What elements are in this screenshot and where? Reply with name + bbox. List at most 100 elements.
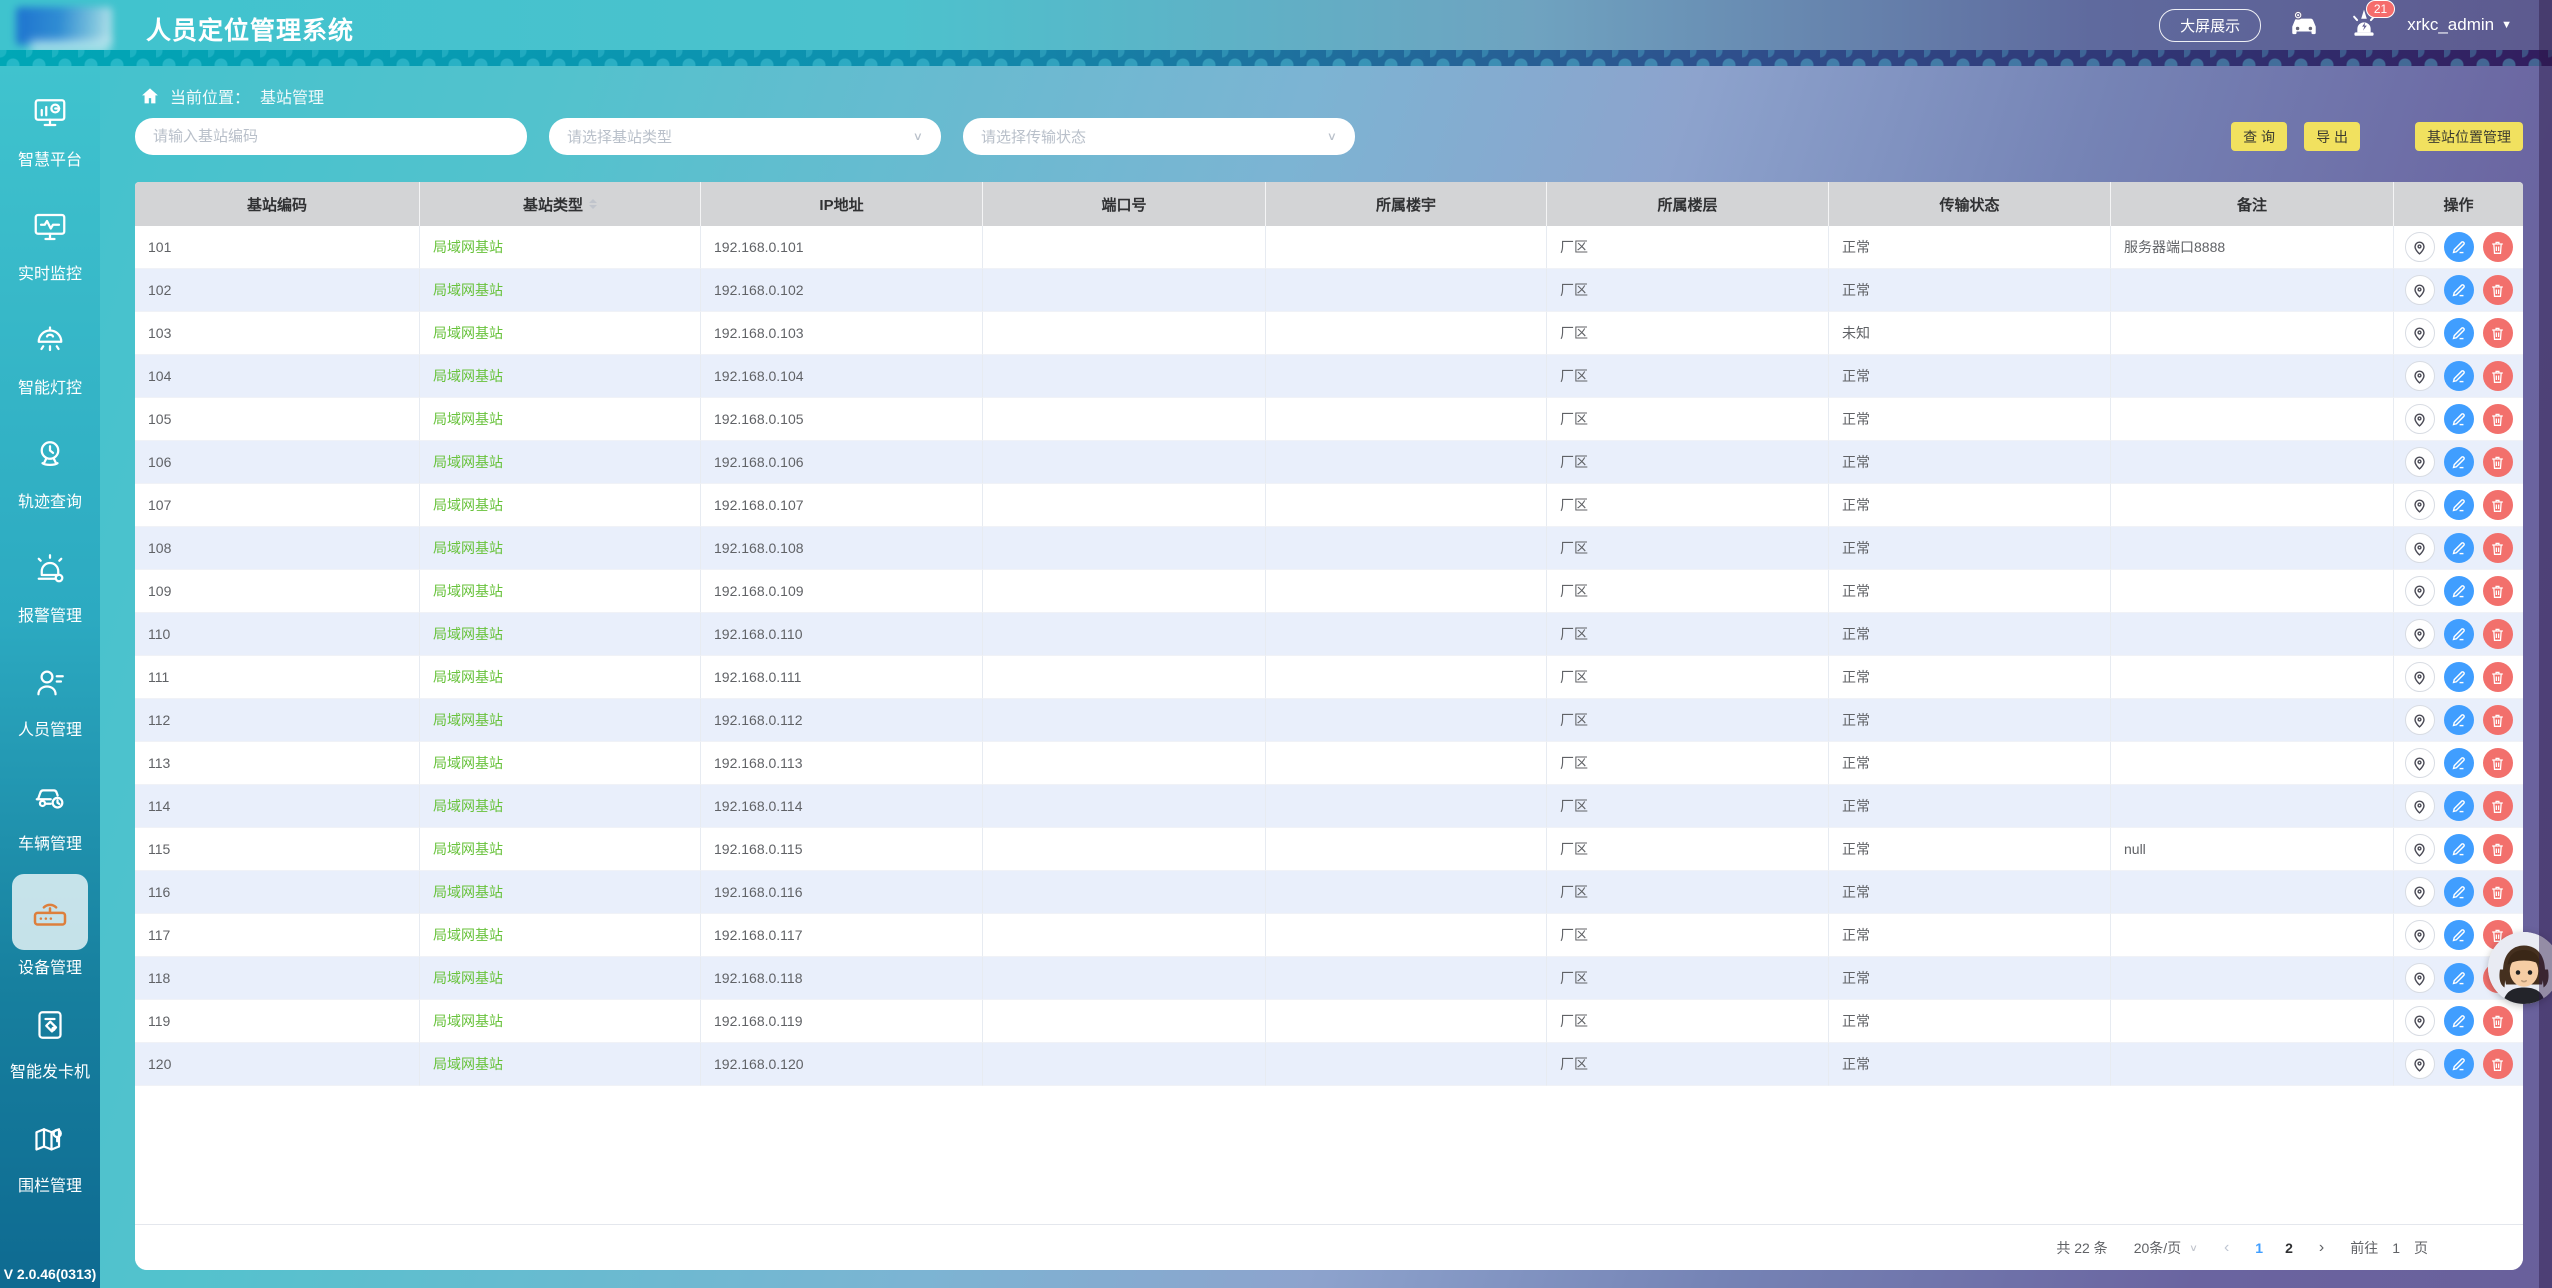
cell-type[interactable]: 局域网基站 bbox=[420, 1043, 701, 1086]
sidebar-item-device[interactable]: 设备管理 bbox=[0, 888, 100, 1002]
locate-button[interactable] bbox=[2405, 576, 2435, 606]
cell-type[interactable]: 局域网基站 bbox=[420, 484, 701, 527]
delete-button[interactable] bbox=[2483, 834, 2513, 864]
cell-type[interactable]: 局域网基站 bbox=[420, 226, 701, 269]
export-button[interactable]: 导 出 bbox=[2304, 122, 2360, 151]
edit-button[interactable] bbox=[2444, 705, 2474, 735]
next-page-button[interactable]: › bbox=[2319, 1239, 2324, 1257]
edit-button[interactable] bbox=[2444, 791, 2474, 821]
locate-button[interactable] bbox=[2405, 1049, 2435, 1079]
cell-type[interactable]: 局域网基站 bbox=[420, 398, 701, 441]
cell-type[interactable]: 局域网基站 bbox=[420, 742, 701, 785]
cell-type[interactable]: 局域网基站 bbox=[420, 613, 701, 656]
cell-type[interactable]: 局域网基站 bbox=[420, 871, 701, 914]
edit-button[interactable] bbox=[2444, 1049, 2474, 1079]
edit-button[interactable] bbox=[2444, 447, 2474, 477]
delete-button[interactable] bbox=[2483, 576, 2513, 606]
delete-button[interactable] bbox=[2483, 1049, 2513, 1079]
edit-button[interactable] bbox=[2444, 1006, 2474, 1036]
delete-button[interactable] bbox=[2483, 275, 2513, 305]
cell-type[interactable]: 局域网基站 bbox=[420, 269, 701, 312]
delete-button[interactable] bbox=[2483, 748, 2513, 778]
locate-button[interactable] bbox=[2405, 318, 2435, 348]
locate-button[interactable] bbox=[2405, 361, 2435, 391]
locate-button[interactable] bbox=[2405, 533, 2435, 563]
vehicle-monitor-icon[interactable] bbox=[2287, 8, 2321, 42]
locate-button[interactable] bbox=[2405, 490, 2435, 520]
locate-button[interactable] bbox=[2405, 963, 2435, 993]
edit-button[interactable] bbox=[2444, 748, 2474, 778]
locate-button[interactable] bbox=[2405, 232, 2435, 262]
sidebar-item-person[interactable]: 人员管理 bbox=[0, 660, 100, 774]
sidebar-item-card[interactable]: 智能发卡机 bbox=[0, 1002, 100, 1116]
alarm-notification-icon[interactable]: 21 bbox=[2347, 8, 2381, 42]
edit-button[interactable] bbox=[2444, 275, 2474, 305]
edit-button[interactable] bbox=[2444, 533, 2474, 563]
sidebar-item-platform[interactable]: 智慧平台 bbox=[0, 90, 100, 204]
cell-type[interactable]: 局域网基站 bbox=[420, 914, 701, 957]
locate-button[interactable] bbox=[2405, 619, 2435, 649]
page-size-select[interactable]: 20条/页 ∨ bbox=[2134, 1238, 2198, 1258]
edit-button[interactable] bbox=[2444, 404, 2474, 434]
locate-button[interactable] bbox=[2405, 791, 2435, 821]
delete-button[interactable] bbox=[2483, 318, 2513, 348]
station-location-button[interactable]: 基站位置管理 bbox=[2415, 122, 2523, 151]
cell-type[interactable]: 局域网基站 bbox=[420, 828, 701, 871]
delete-button[interactable] bbox=[2483, 1006, 2513, 1036]
station-type-select[interactable]: 请选择基站类型 ∨ bbox=[549, 118, 941, 155]
delete-button[interactable] bbox=[2483, 232, 2513, 262]
locate-button[interactable] bbox=[2405, 404, 2435, 434]
cell-type[interactable]: 局域网基站 bbox=[420, 355, 701, 398]
prev-page-button[interactable]: ‹ bbox=[2224, 1239, 2229, 1257]
cell-type[interactable]: 局域网基站 bbox=[420, 312, 701, 355]
goto-page-input[interactable]: 1 bbox=[2392, 1240, 2400, 1256]
locate-button[interactable] bbox=[2405, 275, 2435, 305]
delete-button[interactable] bbox=[2483, 361, 2513, 391]
big-screen-button[interactable]: 大屏展示 bbox=[2159, 9, 2261, 42]
locate-button[interactable] bbox=[2405, 662, 2435, 692]
sidebar-item-monitor[interactable]: 实时监控 bbox=[0, 204, 100, 318]
edit-button[interactable] bbox=[2444, 834, 2474, 864]
delete-button[interactable] bbox=[2483, 877, 2513, 907]
sort-icon[interactable] bbox=[589, 195, 597, 213]
delete-button[interactable] bbox=[2483, 662, 2513, 692]
cell-type[interactable]: 局域网基站 bbox=[420, 785, 701, 828]
locate-button[interactable] bbox=[2405, 447, 2435, 477]
delete-button[interactable] bbox=[2483, 791, 2513, 821]
edit-button[interactable] bbox=[2444, 576, 2474, 606]
search-button[interactable]: 查 询 bbox=[2231, 122, 2287, 151]
scrollbar[interactable] bbox=[2539, 0, 2552, 1288]
edit-button[interactable] bbox=[2444, 662, 2474, 692]
cell-type[interactable]: 局域网基站 bbox=[420, 527, 701, 570]
delete-button[interactable] bbox=[2483, 619, 2513, 649]
column-header[interactable]: 基站类型 bbox=[420, 182, 701, 226]
user-menu[interactable]: xrkc_admin ▼ bbox=[2407, 15, 2512, 35]
cell-type[interactable]: 局域网基站 bbox=[420, 699, 701, 742]
cell-type[interactable]: 局域网基站 bbox=[420, 441, 701, 484]
edit-button[interactable] bbox=[2444, 963, 2474, 993]
sidebar-item-alarm[interactable]: 报警管理 bbox=[0, 546, 100, 660]
delete-button[interactable] bbox=[2483, 705, 2513, 735]
sidebar-item-track[interactable]: 轨迹查询 bbox=[0, 432, 100, 546]
cell-type[interactable]: 局域网基站 bbox=[420, 570, 701, 613]
station-code-input[interactable] bbox=[135, 118, 527, 155]
delete-button[interactable] bbox=[2483, 404, 2513, 434]
edit-button[interactable] bbox=[2444, 619, 2474, 649]
edit-button[interactable] bbox=[2444, 232, 2474, 262]
edit-button[interactable] bbox=[2444, 920, 2474, 950]
page-number-1[interactable]: 1 bbox=[2255, 1240, 2263, 1256]
locate-button[interactable] bbox=[2405, 1006, 2435, 1036]
edit-button[interactable] bbox=[2444, 490, 2474, 520]
edit-button[interactable] bbox=[2444, 318, 2474, 348]
sidebar-item-lamp[interactable]: 智能灯控 bbox=[0, 318, 100, 432]
page-number-2[interactable]: 2 bbox=[2285, 1240, 2293, 1256]
cell-type[interactable]: 局域网基站 bbox=[420, 656, 701, 699]
locate-button[interactable] bbox=[2405, 834, 2435, 864]
cell-type[interactable]: 局域网基站 bbox=[420, 1000, 701, 1043]
transfer-status-select[interactable]: 请选择传输状态 ∨ bbox=[963, 118, 1355, 155]
edit-button[interactable] bbox=[2444, 877, 2474, 907]
edit-button[interactable] bbox=[2444, 361, 2474, 391]
locate-button[interactable] bbox=[2405, 920, 2435, 950]
cell-type[interactable]: 局域网基站 bbox=[420, 957, 701, 1000]
sidebar-item-vehicle[interactable]: 车辆管理 bbox=[0, 774, 100, 888]
